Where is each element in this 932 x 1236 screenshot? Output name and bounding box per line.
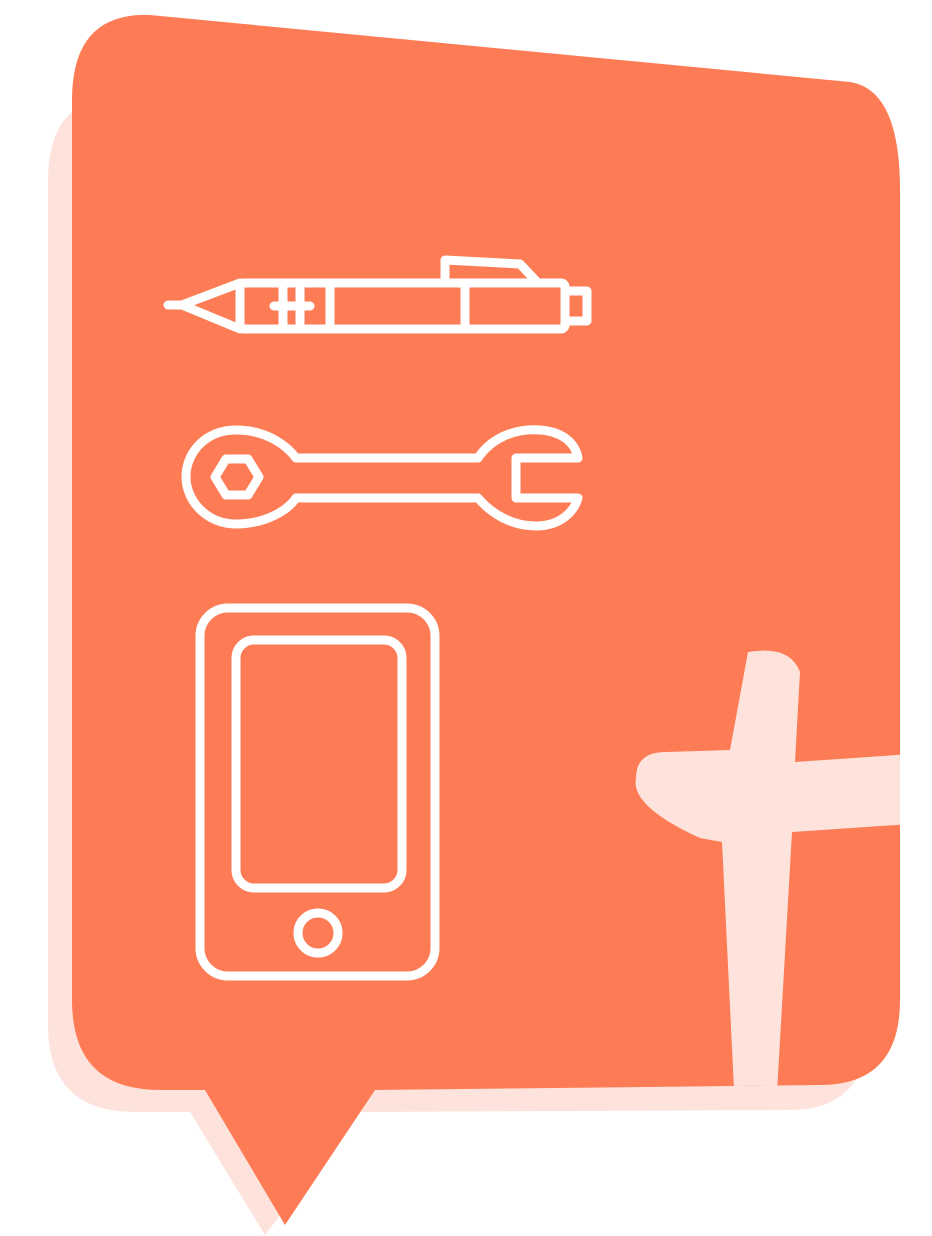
speech-bubble-illustration: [48, 14, 900, 1235]
